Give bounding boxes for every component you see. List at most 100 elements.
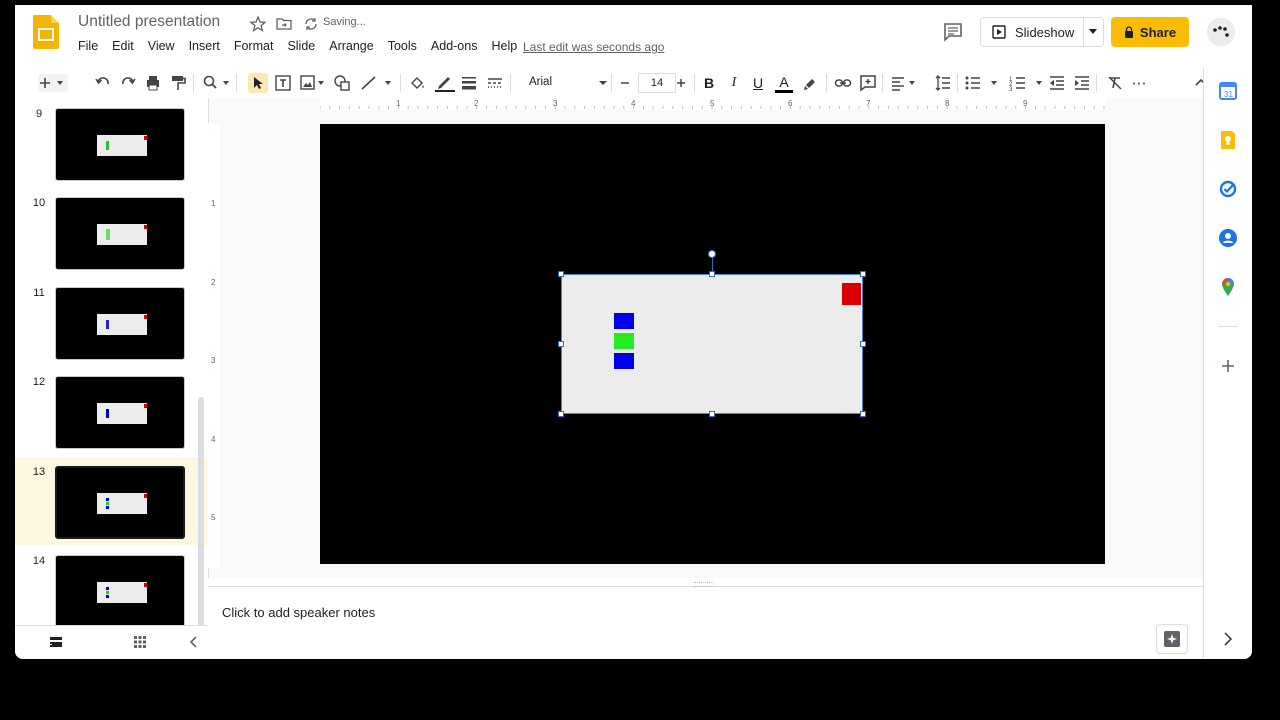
red-square[interactable]: [842, 283, 861, 305]
menu-file[interactable]: File: [78, 39, 98, 57]
resize-handle-s[interactable]: [709, 411, 715, 417]
grid-view-icon[interactable]: [133, 635, 147, 649]
toolbar: Arial 14 B I U A 123 ⋯: [30, 68, 1207, 98]
increase-font-size-icon[interactable]: [672, 74, 690, 92]
slide-thumbnail-13[interactable]: [55, 466, 185, 539]
slide-thumbnail-14[interactable]: [55, 555, 185, 628]
maps-icon[interactable]: [1218, 277, 1238, 297]
fill-color-icon[interactable]: [408, 74, 426, 92]
slides-logo-icon[interactable]: [33, 15, 59, 49]
tasks-icon[interactable]: [1218, 179, 1238, 199]
last-edit-link[interactable]: Last edit was seconds ago: [523, 40, 664, 54]
border-color-icon[interactable]: [435, 74, 455, 92]
resize-handle-se[interactable]: [860, 411, 866, 417]
menu-tools[interactable]: Tools: [388, 39, 417, 57]
redo-icon[interactable]: [119, 74, 137, 92]
resize-handle-n[interactable]: [709, 271, 715, 277]
resize-handle-w[interactable]: [558, 341, 564, 347]
select-tool[interactable]: [248, 73, 268, 93]
blue-square[interactable]: [614, 313, 634, 329]
decrease-font-size-icon[interactable]: [616, 74, 634, 92]
share-button[interactable]: Share: [1111, 17, 1189, 47]
zoom-icon[interactable]: [202, 74, 230, 92]
comment-history-icon[interactable]: [942, 21, 964, 43]
slideshow-dropdown-icon[interactable]: [1089, 29, 1097, 35]
slide-number: 10: [32, 197, 46, 209]
bulleted-list-icon[interactable]: [964, 74, 1002, 92]
line-spacing-icon[interactable]: [934, 74, 952, 92]
slide-thumbnail-12[interactable]: [55, 376, 185, 449]
slide-thumbnail-11[interactable]: [55, 287, 185, 360]
text-color-button[interactable]: A: [775, 74, 793, 93]
highlight-color-icon[interactable]: [801, 74, 819, 92]
bold-button[interactable]: B: [700, 74, 718, 92]
horizontal-ruler[interactable]: 1 2 3 4 5 6 7 8 9: [320, 98, 1105, 110]
toolbar-separator: [611, 74, 612, 92]
menu-arrange[interactable]: Arrange: [329, 39, 373, 57]
print-icon[interactable]: [144, 74, 162, 92]
rotation-handle[interactable]: [708, 250, 716, 258]
menu-edit[interactable]: Edit: [112, 39, 134, 57]
menu-format[interactable]: Format: [234, 39, 274, 57]
contacts-icon[interactable]: [1218, 228, 1238, 248]
slide-canvas[interactable]: [320, 124, 1105, 564]
chevron-left-icon[interactable]: [188, 635, 200, 649]
add-addon-icon[interactable]: [1218, 356, 1238, 376]
undo-icon[interactable]: [94, 74, 112, 92]
font-family-value: Arial: [529, 76, 553, 88]
slide-number: 12: [32, 376, 46, 388]
menu-view[interactable]: View: [148, 39, 175, 57]
resize-handle-e[interactable]: [860, 341, 866, 347]
keep-icon[interactable]: [1218, 130, 1238, 150]
add-comment-icon[interactable]: [859, 74, 877, 92]
menu-insert[interactable]: Insert: [189, 39, 220, 57]
font-family-select[interactable]: Arial: [513, 73, 608, 93]
decrease-indent-icon[interactable]: [1048, 74, 1066, 92]
text-box-icon[interactable]: [274, 74, 292, 92]
filmstrip-scrollbar[interactable]: [198, 397, 204, 627]
italic-button[interactable]: I: [725, 74, 743, 92]
resize-handle-nw[interactable]: [558, 271, 564, 277]
ruler-label: 5: [211, 513, 216, 522]
green-square[interactable]: [614, 333, 634, 349]
blue-square[interactable]: [614, 353, 634, 369]
new-slide-button[interactable]: [38, 74, 68, 92]
font-size-input[interactable]: 14: [638, 73, 676, 93]
slide-thumbnail-9[interactable]: [55, 108, 185, 181]
filmstrip-view-icon[interactable]: [49, 635, 63, 649]
clear-formatting-icon[interactable]: [1106, 74, 1124, 92]
speaker-notes-placeholder[interactable]: Click to add speaker notes: [222, 605, 375, 620]
calendar-icon[interactable]: 31: [1218, 81, 1238, 101]
account-avatar[interactable]: [1207, 18, 1235, 46]
document-title[interactable]: Untitled presentation: [78, 13, 220, 31]
notes-resize-handle[interactable]: [694, 582, 714, 587]
numbered-list-icon[interactable]: 123: [1009, 74, 1047, 92]
explore-button[interactable]: [1156, 624, 1188, 654]
insert-link-icon[interactable]: [834, 74, 852, 92]
menu-slide[interactable]: Slide: [287, 39, 315, 57]
align-icon[interactable]: [890, 74, 918, 92]
speaker-notes[interactable]: Click to add speaker notes: [208, 582, 1203, 659]
menu-help[interactable]: Help: [491, 39, 517, 57]
vertical-ruler[interactable]: 1 2 3 4 5: [208, 123, 220, 568]
ruler-label: 1: [396, 99, 401, 108]
star-icon[interactable]: [249, 15, 267, 33]
resize-handle-ne[interactable]: [860, 271, 866, 277]
slideshow-button[interactable]: Slideshow: [980, 17, 1104, 47]
paint-format-icon[interactable]: [169, 74, 187, 92]
underline-button[interactable]: U: [749, 74, 767, 92]
menu-add-ons[interactable]: Add-ons: [431, 39, 478, 57]
chevron-right-icon[interactable]: [1218, 629, 1238, 649]
increase-indent-icon[interactable]: [1073, 74, 1091, 92]
line-icon[interactable]: [360, 74, 394, 92]
slideshow-divider: [1083, 18, 1084, 46]
more-options-button[interactable]: ⋯: [1130, 74, 1148, 92]
border-weight-icon[interactable]: [460, 74, 478, 92]
insert-image-icon[interactable]: [299, 74, 325, 92]
selected-shape[interactable]: [561, 274, 863, 414]
slide-thumbnail-10[interactable]: [55, 197, 185, 270]
move-to-folder-icon[interactable]: [275, 15, 293, 33]
border-dash-icon[interactable]: [486, 74, 504, 92]
shape-icon[interactable]: [333, 74, 351, 92]
resize-handle-sw[interactable]: [558, 411, 564, 417]
